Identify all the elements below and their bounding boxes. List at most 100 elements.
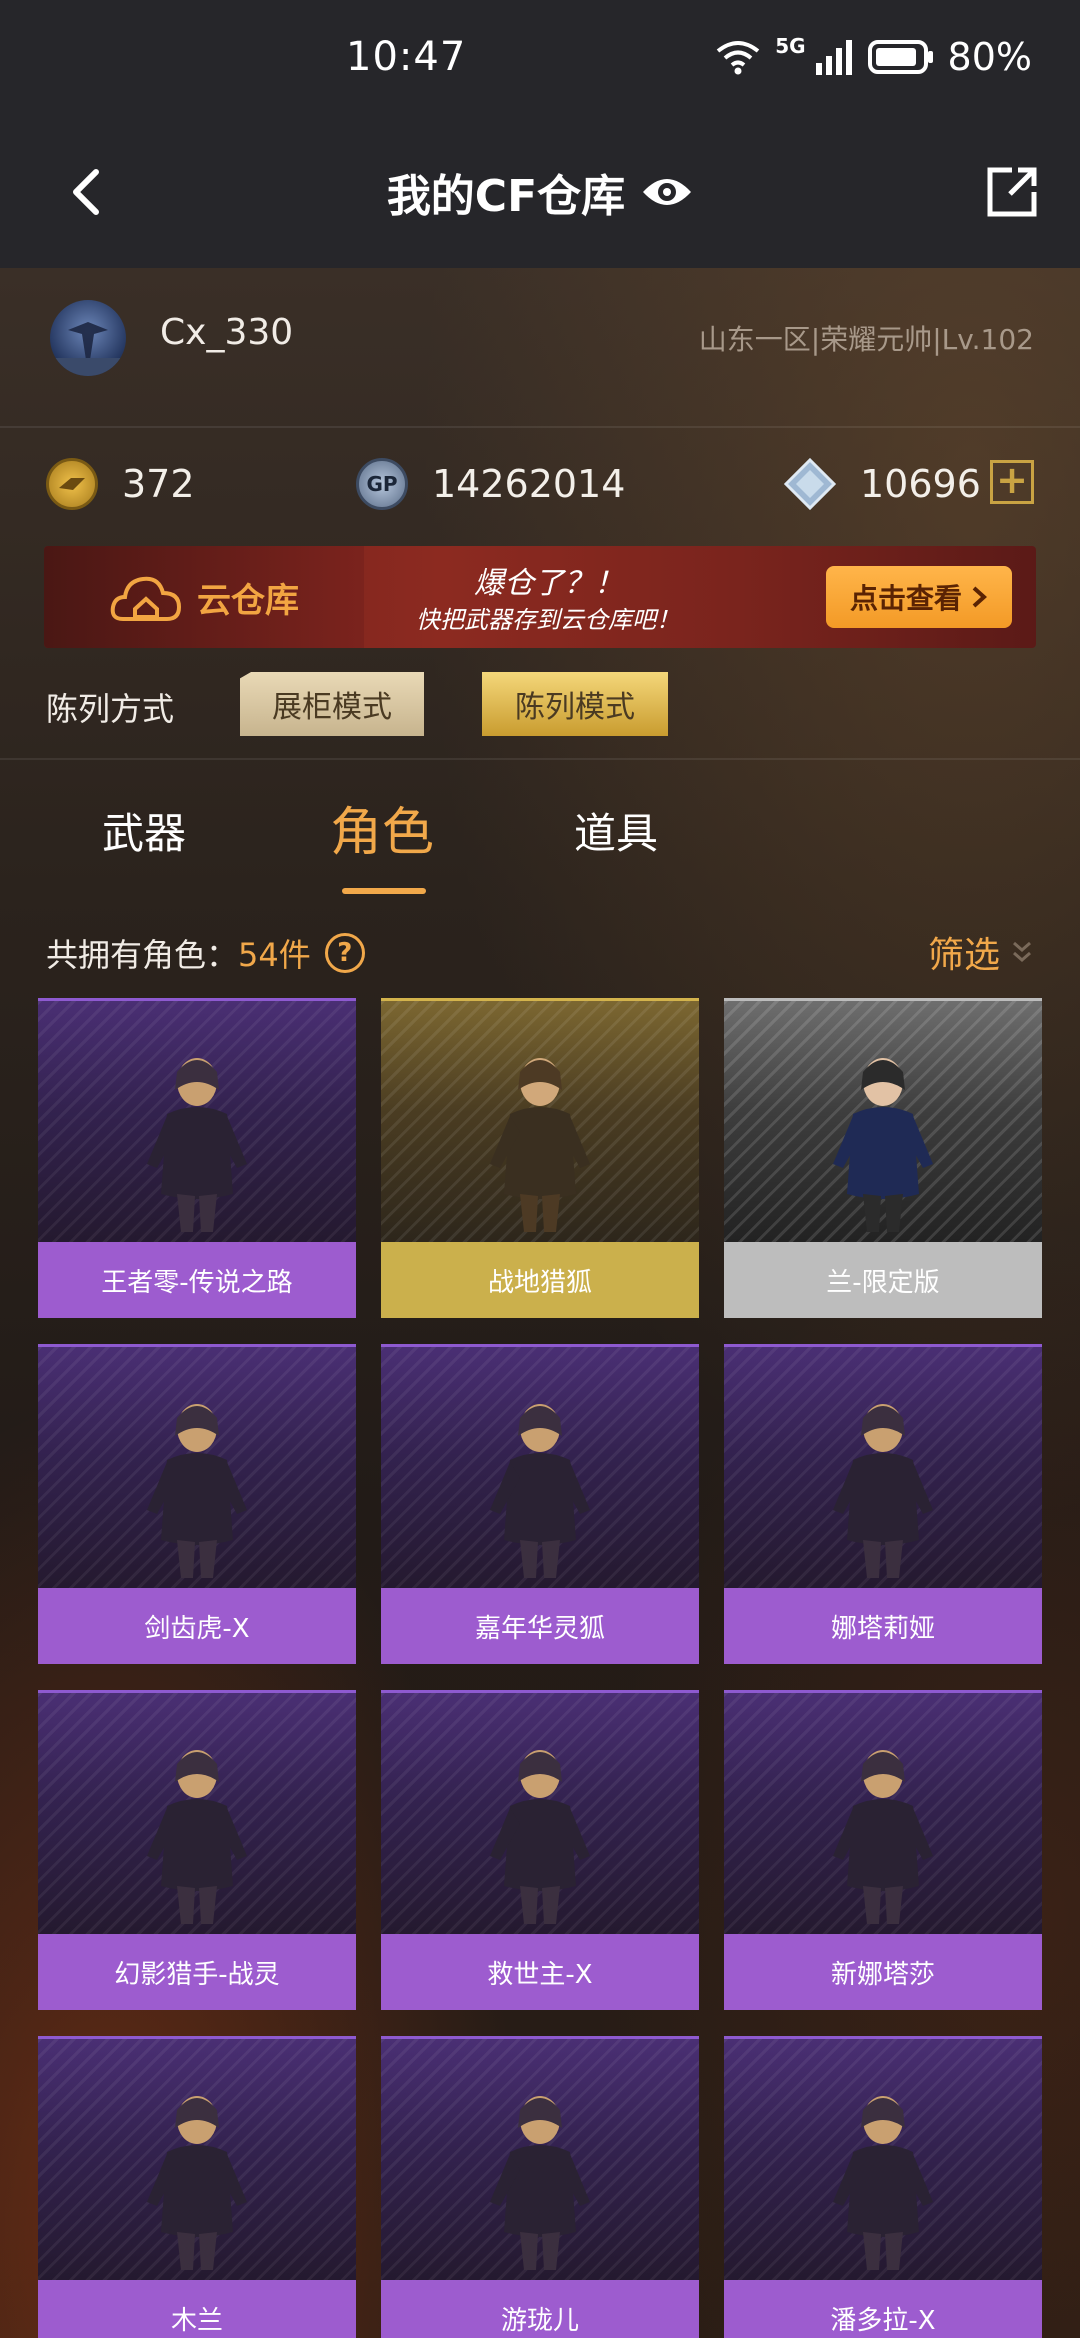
display-mode-row: 陈列方式 展柜模式 陈列模式 <box>0 666 1080 746</box>
character-art <box>381 1344 699 1588</box>
app-header: 我的CF仓库 <box>0 118 1080 268</box>
character-card[interactable]: 嘉年华灵狐 <box>381 1344 699 1664</box>
character-card[interactable]: 救世主-X <box>381 1690 699 2010</box>
gp-coin-icon: GP <box>356 458 408 510</box>
summary-row: 共拥有角色： 54件 ? 筛选 <box>0 920 1080 990</box>
cf-points-value: 372 <box>122 462 195 506</box>
network-type: 5G <box>775 34 806 58</box>
character-card[interactable]: 剑齿虎-X <box>38 1344 356 1664</box>
status-time: 10:47 <box>346 34 467 80</box>
cabinet-mode-button[interactable]: 展柜模式 <box>240 672 424 736</box>
cloud-house-icon <box>110 576 182 621</box>
tab-items[interactable]: 道具 <box>574 800 658 861</box>
status-bar: 10:47 5G 80% <box>0 0 1080 118</box>
character-card[interactable]: 战地猎狐 <box>381 998 699 1318</box>
help-icon[interactable]: ? <box>324 933 365 973</box>
list-mode-button[interactable]: 陈列模式 <box>482 672 668 736</box>
character-figure-icon <box>833 1750 933 1924</box>
cloud-label: 云仓库 <box>197 580 299 621</box>
share-icon[interactable] <box>982 162 1042 222</box>
character-name: 游珑儿 <box>381 2280 699 2338</box>
character-card[interactable]: 木兰 <box>38 2036 356 2338</box>
character-name: 幻影猎手-战灵 <box>38 1934 356 2010</box>
character-art <box>381 1690 699 1934</box>
banner-slogan-1: 爆仓了？！ <box>474 566 624 601</box>
character-name: 娜塔莉娅 <box>724 1588 1042 1664</box>
diamond-value: 10696 <box>860 462 981 506</box>
display-mode-label: 陈列方式 <box>46 690 175 728</box>
character-figure-icon <box>490 1058 590 1232</box>
character-card[interactable]: 娜塔莉娅 <box>724 1344 1042 1664</box>
count-text: 共拥有角色： 54件 ? <box>46 930 365 976</box>
cloud-warehouse-banner[interactable]: 云仓库 爆仓了？！ 快把武器存到云仓库吧！ 点击查看 <box>44 546 1036 648</box>
category-tabs: 武器 角色 道具 <box>0 790 1080 910</box>
status-icons: 5G 80% <box>715 34 1032 80</box>
character-art <box>724 1344 1042 1588</box>
avatar[interactable] <box>50 300 126 376</box>
gp-value: 14262014 <box>432 462 626 506</box>
character-art <box>724 2036 1042 2280</box>
divider <box>0 758 1080 760</box>
signal-icon <box>815 40 852 75</box>
banner-slogan-2: 快把武器存到云仓库吧！ <box>416 606 680 634</box>
character-name: 剑齿虎-X <box>38 1588 356 1664</box>
character-figure-icon <box>833 1058 933 1232</box>
character-name: 木兰 <box>38 2280 356 2338</box>
active-tab-indicator <box>342 888 426 894</box>
username: Cx_330 <box>160 312 294 353</box>
count-prefix: 共拥有角色： <box>46 936 239 974</box>
tab-weapons[interactable]: 武器 <box>102 800 186 861</box>
cf-coin-icon <box>46 458 98 510</box>
wifi-icon <box>716 41 760 75</box>
character-art <box>38 1690 356 1934</box>
eye-icon[interactable] <box>641 172 693 212</box>
character-card[interactable]: 王者零-传说之路 <box>38 998 356 1318</box>
character-art <box>724 998 1042 1242</box>
character-art <box>38 1344 356 1588</box>
character-name: 潘多拉-X <box>724 2280 1042 2338</box>
character-figure-icon <box>147 1750 247 1924</box>
character-figure-icon <box>833 2096 933 2270</box>
character-figure-icon <box>147 1404 247 1578</box>
character-card[interactable]: 潘多拉-X <box>724 2036 1042 2338</box>
double-chevron-down-icon <box>1013 941 1031 962</box>
character-figure-icon <box>833 1404 933 1578</box>
filter-label: 筛选 <box>927 935 1000 976</box>
character-art <box>724 1690 1042 1934</box>
battery-percent: 80% <box>947 35 1032 79</box>
character-card[interactable]: 幻影猎手-战灵 <box>38 1690 356 2010</box>
diamond-icon <box>784 458 836 510</box>
character-figure-icon <box>490 1750 590 1924</box>
battery-icon <box>867 40 933 74</box>
diamonds: 10696 <box>784 458 981 510</box>
character-art <box>381 2036 699 2280</box>
character-art <box>38 998 356 1242</box>
view-cloud-label: 点击查看 <box>849 582 962 615</box>
cloud-block: 云仓库 <box>44 546 364 648</box>
character-figure-icon <box>147 2096 247 2270</box>
page-title-wrap: 我的CF仓库 <box>0 160 1080 224</box>
character-name: 新娜塔莎 <box>724 1934 1042 2010</box>
count-value: 54件 <box>238 936 311 974</box>
character-figure-icon <box>490 1404 590 1578</box>
chevron-right-icon <box>972 586 987 608</box>
character-art <box>38 2036 356 2280</box>
filter-button[interactable]: 筛选 <box>928 926 1034 978</box>
character-name: 兰-限定版 <box>724 1242 1042 1318</box>
character-card[interactable]: 兰-限定版 <box>724 998 1042 1318</box>
character-card[interactable]: 新娜塔莎 <box>724 1690 1042 2010</box>
divider <box>0 426 1080 428</box>
character-name: 王者零-传说之路 <box>38 1242 356 1318</box>
tab-characters[interactable]: 角色 <box>330 790 434 865</box>
view-cloud-button[interactable]: 点击查看 <box>826 566 1012 628</box>
character-name: 战地猎狐 <box>381 1242 699 1318</box>
page-title: 我的CF仓库 <box>386 171 626 222</box>
add-diamonds-button[interactable]: + <box>990 460 1034 504</box>
character-art <box>381 998 699 1242</box>
gp-coin-text: GP <box>366 472 398 496</box>
character-card[interactable]: 游珑儿 <box>381 2036 699 2338</box>
character-name: 嘉年华灵狐 <box>381 1588 699 1664</box>
gp-points: GP 14262014 <box>356 458 625 510</box>
cf-points: 372 <box>46 458 195 510</box>
user-info: Cx_330 山东一区|荣耀元帅|Lv.102 <box>0 268 1080 428</box>
